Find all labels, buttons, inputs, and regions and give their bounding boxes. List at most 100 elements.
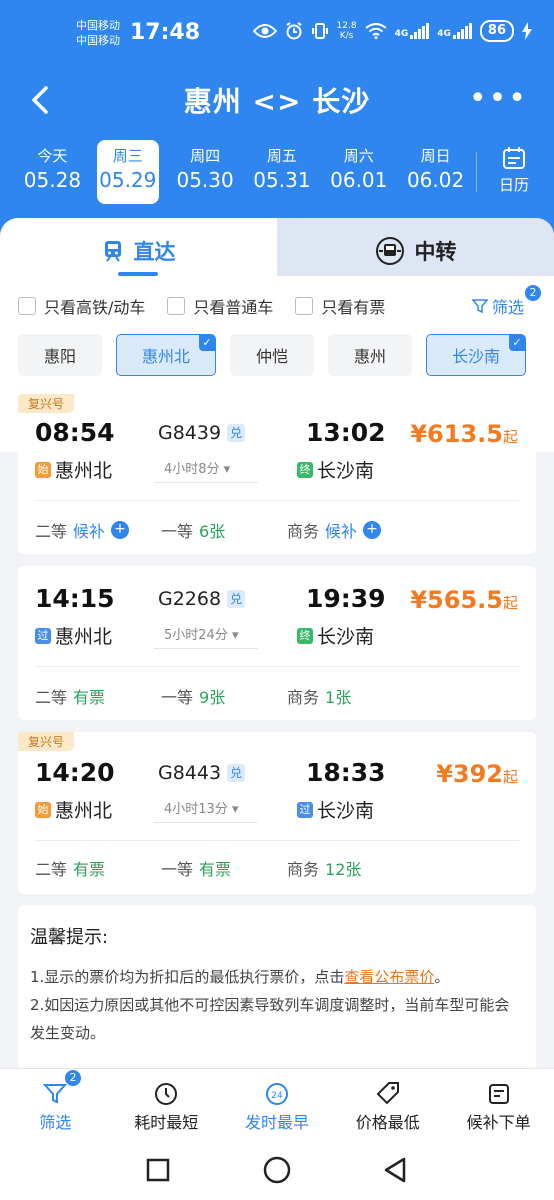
signal-2: 4G xyxy=(437,23,472,39)
departure-station: 始惠州北 xyxy=(35,796,112,823)
divider xyxy=(35,666,519,667)
tab-transfer-label: 中转 xyxy=(414,240,457,264)
terminal-mark: 终 xyxy=(297,461,313,478)
checkbox[interactable] xyxy=(167,297,186,315)
seat-business[interactable]: 商务 候补 + xyxy=(287,518,413,542)
screen-count-badge: 2 xyxy=(524,284,542,302)
checkbox[interactable] xyxy=(295,297,314,315)
ticket-price: ¥613.5起 xyxy=(410,420,518,448)
carrier-2: 中国移动 xyxy=(76,34,120,47)
home-circle-icon[interactable] xyxy=(263,1156,291,1184)
back-triangle-icon[interactable] xyxy=(382,1156,408,1184)
seat-availability: 二等 候补 + 一等 6张 商务 候补 + xyxy=(35,518,519,542)
check-icon: ✓ xyxy=(509,335,525,351)
calendar-label: 日历 xyxy=(498,176,529,194)
bottom-screen-button[interactable]: 筛选 2 xyxy=(0,1069,111,1140)
waitlist-button[interactable]: 候补下单 xyxy=(443,1069,554,1140)
calendar-button[interactable]: 日历 xyxy=(494,146,534,195)
departure-time: 08:54 xyxy=(35,418,115,447)
fuxing-tag: 复兴号 xyxy=(18,732,75,751)
seat-first[interactable]: 一等 有票 xyxy=(161,856,287,880)
train-number: G8443 兑 xyxy=(158,762,246,784)
tab-transfer[interactable]: 中转 xyxy=(277,218,554,284)
station-chip[interactable]: 惠州 xyxy=(328,334,412,376)
seat-business[interactable]: 商务 12张 xyxy=(287,856,413,880)
station-chip[interactable]: 仲恺 xyxy=(230,334,314,376)
sort-cheapest-button[interactable]: 价格最低 xyxy=(332,1069,443,1140)
date-selected[interactable]: 周三 05.29 xyxy=(96,140,159,204)
checkbox[interactable] xyxy=(18,297,36,315)
duration[interactable]: 4小时8分 ▾ xyxy=(154,454,258,483)
terminal-mark: 终 xyxy=(297,627,313,644)
seat-second[interactable]: 二等 候补 + xyxy=(35,518,161,542)
station-chips: 惠阳 惠州北 ✓ 仲恺 惠州 长沙南 ✓ xyxy=(18,334,526,376)
arrival-station: 终长沙南 xyxy=(297,622,374,649)
net-speed: 12.8 K/s xyxy=(336,21,357,41)
more-menu-icon[interactable]: ••• xyxy=(469,84,528,114)
ticket-price: ¥565.5起 xyxy=(410,586,518,614)
train-number: G8439 兑 xyxy=(158,422,246,444)
seat-second[interactable]: 二等 有票 xyxy=(35,684,161,708)
date-fri[interactable]: 周五 05.31 xyxy=(244,140,321,204)
tips-box: 温馨提示: 1.显示的票价均为折扣后的最低执行票价，点击查看公布票价。 2.如因… xyxy=(18,905,536,1070)
bottom-toolbar: 筛选 2 耗时最短 24 发时最早 价格最低 候补下单 xyxy=(0,1068,554,1140)
screen-button[interactable]: 筛选 2 xyxy=(471,284,542,318)
pass-mark: 过 xyxy=(35,627,51,644)
exchange-badge: 兑 xyxy=(227,424,246,442)
seat-first[interactable]: 一等 9张 xyxy=(161,684,287,708)
calendar-icon xyxy=(503,147,525,169)
fuxing-tag: 复兴号 xyxy=(18,394,75,413)
station-chip-selected[interactable]: 惠州北 ✓ xyxy=(116,334,216,376)
price-tag-icon xyxy=(376,1082,399,1105)
departure-station: 过惠州北 xyxy=(35,622,112,649)
carrier-1: 中国移动 xyxy=(76,19,120,32)
battery-indicator: 86 xyxy=(479,20,514,42)
plus-icon[interactable]: + xyxy=(363,521,382,539)
train-card[interactable]: 14:15 G2268 兑 19:39 ¥565.5起 过惠州北 5小时24分 ▾… xyxy=(18,566,536,720)
arrival-station: 过长沙南 xyxy=(297,796,374,823)
filter-youpiao[interactable]: 只看有票 xyxy=(295,294,385,318)
seat-availability: 二等 有票 一等 有票 商务 12张 xyxy=(35,856,519,880)
screen-label: 筛选 xyxy=(491,298,524,317)
date-selector: 今天 05.28 周三 05.29 周四 05.30 周五 05.31 周六 06.01 … xyxy=(14,140,474,204)
check-icon: ✓ xyxy=(199,335,215,351)
sort-shortest-label: 耗时最短 xyxy=(134,1113,199,1132)
charging-icon xyxy=(522,22,532,40)
vibrate-icon xyxy=(311,23,328,39)
filter-gaotie[interactable]: 只看高铁/动车 xyxy=(18,294,145,318)
public-price-link[interactable]: 查看公布票价 xyxy=(344,968,434,986)
date-sun[interactable]: 周日 06.02 xyxy=(397,140,474,204)
departure-time: 14:15 xyxy=(35,584,115,613)
date-thu[interactable]: 周四 05.30 xyxy=(167,140,244,204)
seat-second[interactable]: 二等 有票 xyxy=(35,856,161,880)
carrier-info: 中国移动 中国移动 xyxy=(76,18,120,48)
filter-putong[interactable]: 只看普通车 xyxy=(167,294,273,318)
waitlist-label: 候补下单 xyxy=(466,1113,531,1132)
arrival-time: 13:02 xyxy=(306,418,386,447)
clock-24-icon: 24 xyxy=(265,1083,288,1105)
sort-earliest-button[interactable]: 24 发时最早 xyxy=(222,1069,333,1140)
duration[interactable]: 4小时13分 ▾ xyxy=(154,794,258,823)
station-chip[interactable]: 惠阳 xyxy=(18,334,102,376)
tip-1: 1.显示的票价均为折扣后的最低执行票价，点击查看公布票价。 xyxy=(30,968,450,986)
sort-shortest-button[interactable]: 耗时最短 xyxy=(111,1069,222,1140)
seat-first[interactable]: 一等 6张 xyxy=(161,518,287,542)
wifi-icon xyxy=(364,23,387,39)
eye-icon xyxy=(252,24,277,38)
train-card[interactable]: 复兴号 08:54 G8439 兑 13:02 ¥613.5起 始惠州北 4小时8… xyxy=(18,394,536,554)
station-chip-selected[interactable]: 长沙南 ✓ xyxy=(426,334,526,376)
seat-business[interactable]: 商务 1张 xyxy=(287,684,413,708)
funnel-icon xyxy=(43,1084,68,1104)
train-card[interactable]: 复兴号 14:20 G8443 兑 18:33 ¥392起 始惠州北 4小时13分… xyxy=(18,732,536,894)
divider xyxy=(35,500,519,501)
ticket-price: ¥392起 xyxy=(436,760,518,788)
date-sat[interactable]: 周六 06.01 xyxy=(320,140,397,204)
recents-square-icon[interactable] xyxy=(146,1158,170,1182)
departure-time: 14:20 xyxy=(35,758,115,787)
plus-icon[interactable]: + xyxy=(111,521,130,539)
date-today[interactable]: 今天 05.28 xyxy=(14,140,91,204)
train-icon xyxy=(104,241,121,262)
duration[interactable]: 5小时24分 ▾ xyxy=(154,620,258,649)
exchange-badge: 兑 xyxy=(227,764,246,782)
divider xyxy=(35,840,519,841)
